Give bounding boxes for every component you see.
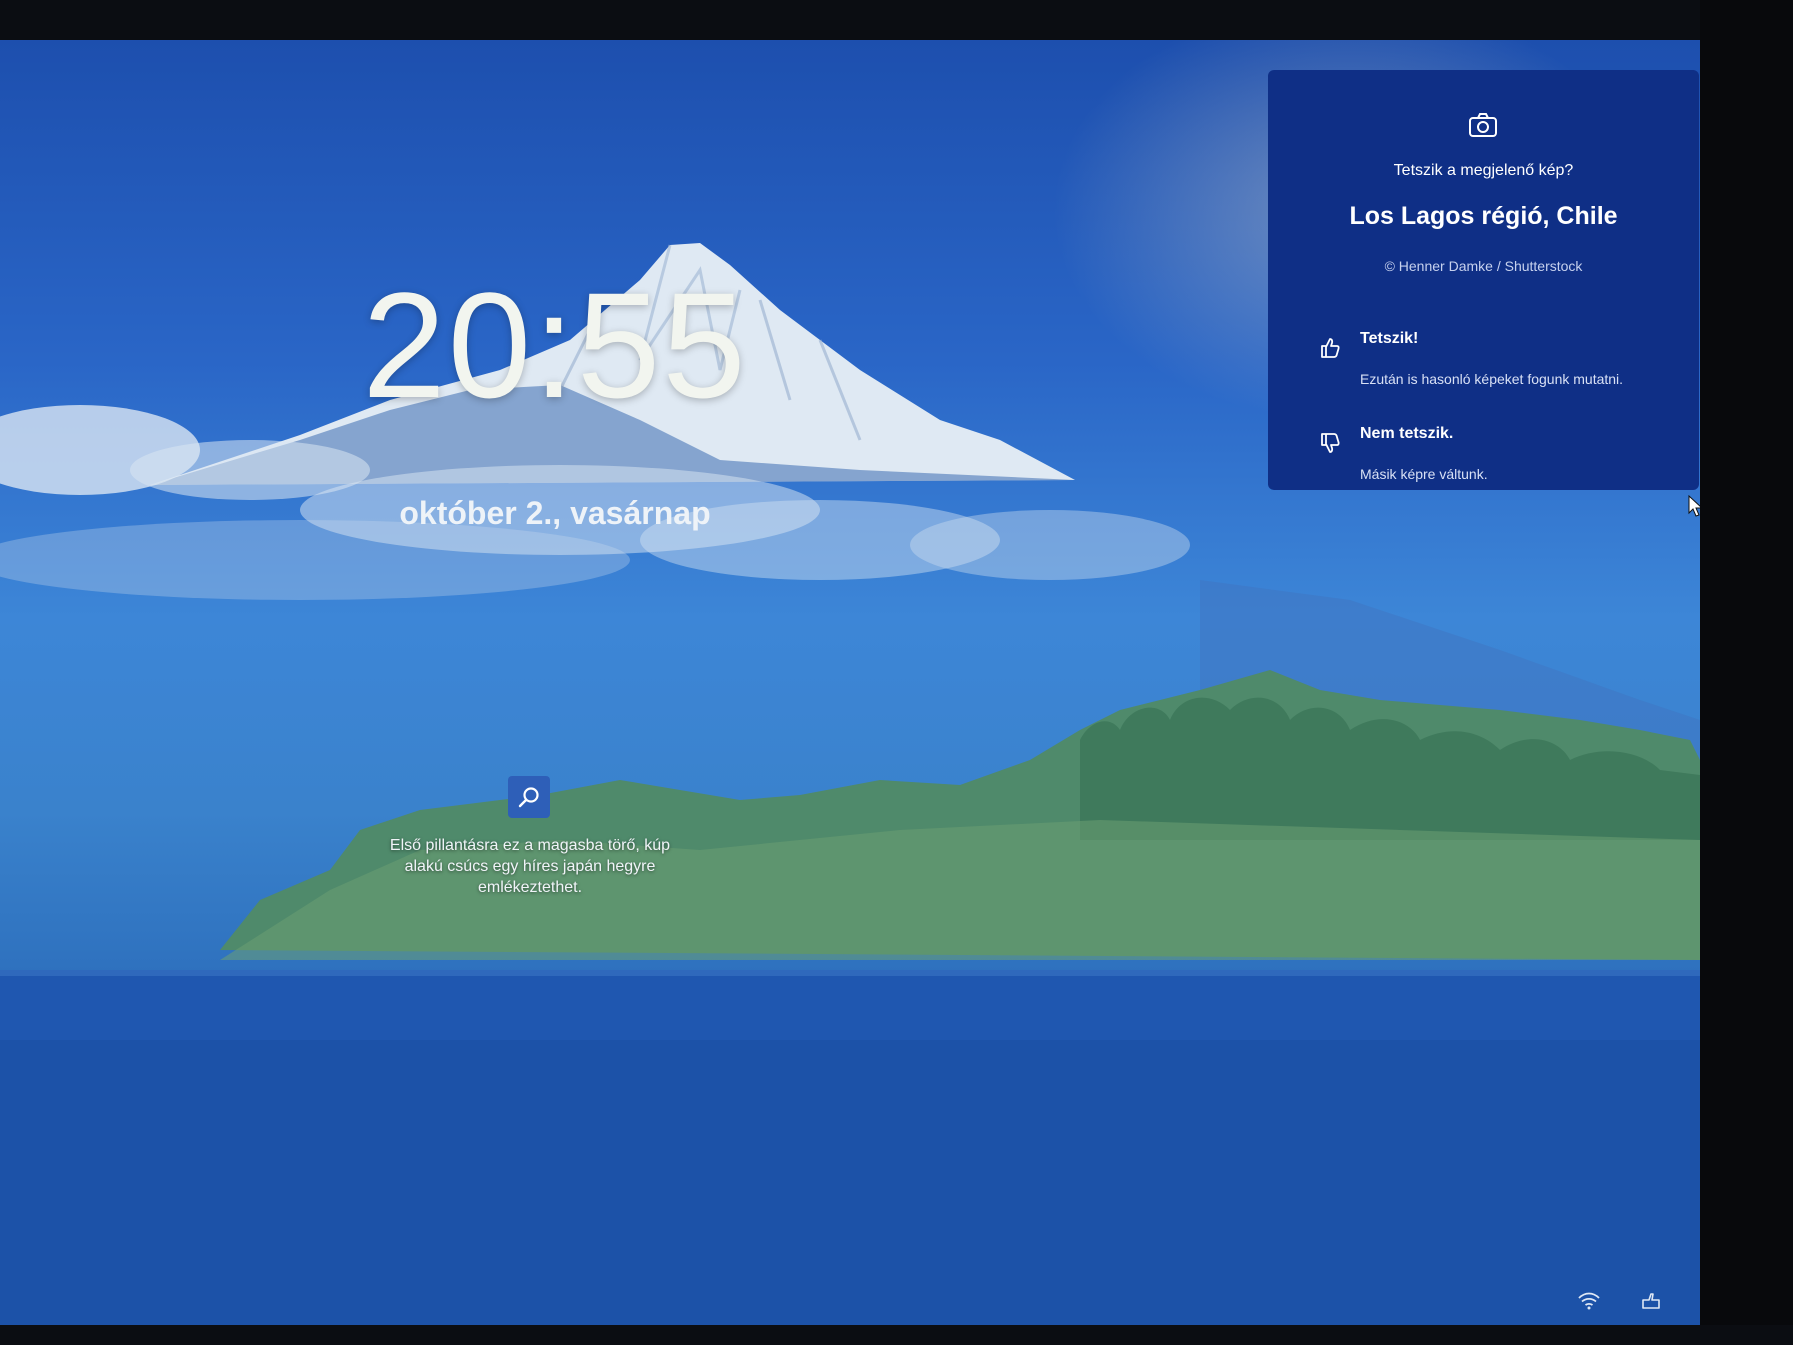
- lock-screen: 20:55 október 2., vasárnap Első pillantá…: [0, 40, 1700, 1325]
- like-option[interactable]: Tetszik! Ezután is hasonló képeket fogun…: [1318, 330, 1678, 400]
- accessibility-icon[interactable]: [1640, 1292, 1662, 1315]
- wifi-icon[interactable]: [1578, 1292, 1600, 1315]
- dislike-description: Másik képre váltunk.: [1360, 466, 1488, 482]
- thumbs-down-icon: [1318, 431, 1342, 460]
- image-credit: © Henner Damke / Shutterstock: [1384, 258, 1583, 274]
- monitor-bezel-top: [0, 0, 1793, 40]
- image-fact-text[interactable]: Első pillantásra ez a magasba törő, kúp …: [380, 835, 680, 898]
- monitor-bezel-right: [1700, 0, 1793, 1345]
- monitor-bezel-bottom: [0, 1325, 1793, 1345]
- dislike-option[interactable]: Nem tetszik. Másik képre váltunk.: [1318, 425, 1678, 495]
- clock: 20:55: [362, 261, 748, 429]
- panel-question: Tetszik a megjelenő kép?: [1393, 162, 1574, 179]
- like-label: Tetszik!: [1360, 330, 1419, 347]
- image-location: Los Lagos régió, Chile: [1349, 202, 1618, 230]
- dislike-label: Nem tetszik.: [1360, 425, 1454, 442]
- thumbs-up-icon: [1318, 336, 1342, 365]
- date: október 2., vasárnap: [399, 495, 711, 531]
- mouse-cursor-icon: [1688, 494, 1700, 522]
- spotlight-panel: Tetszik a megjelenő kép? Los Lagos régió…: [1268, 70, 1699, 490]
- camera-icon: [1468, 112, 1498, 143]
- like-description: Ezután is hasonló képeket fogunk mutatni…: [1360, 371, 1624, 387]
- search-icon[interactable]: [508, 776, 550, 818]
